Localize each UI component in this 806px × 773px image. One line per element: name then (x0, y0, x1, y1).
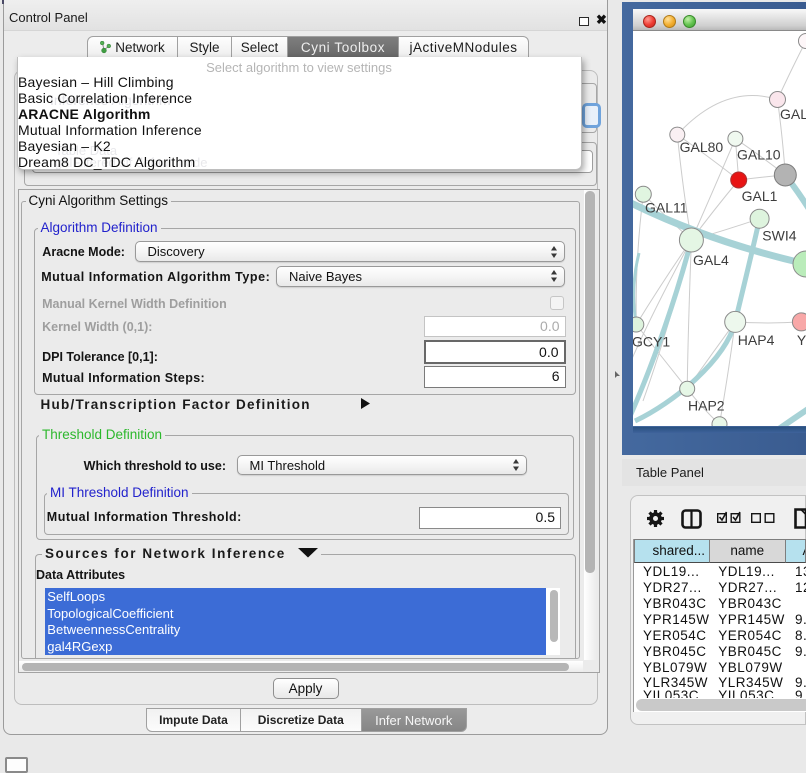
svg-text:Y: Y (797, 332, 806, 348)
svg-text:GAL4: GAL4 (693, 252, 729, 268)
svg-text:GAL: GAL (780, 106, 806, 122)
svg-text:GAL1: GAL1 (742, 188, 778, 204)
svg-text:GAL10: GAL10 (737, 147, 781, 163)
svg-text:HAP2: HAP2 (688, 398, 725, 414)
svg-text:HAP4: HAP4 (738, 332, 775, 348)
svg-text:GAL80: GAL80 (680, 139, 724, 155)
svg-text:GAL11: GAL11 (645, 200, 688, 216)
svg-text:GCY1: GCY1 (633, 333, 670, 349)
svg-text:SWI4: SWI4 (762, 228, 796, 244)
